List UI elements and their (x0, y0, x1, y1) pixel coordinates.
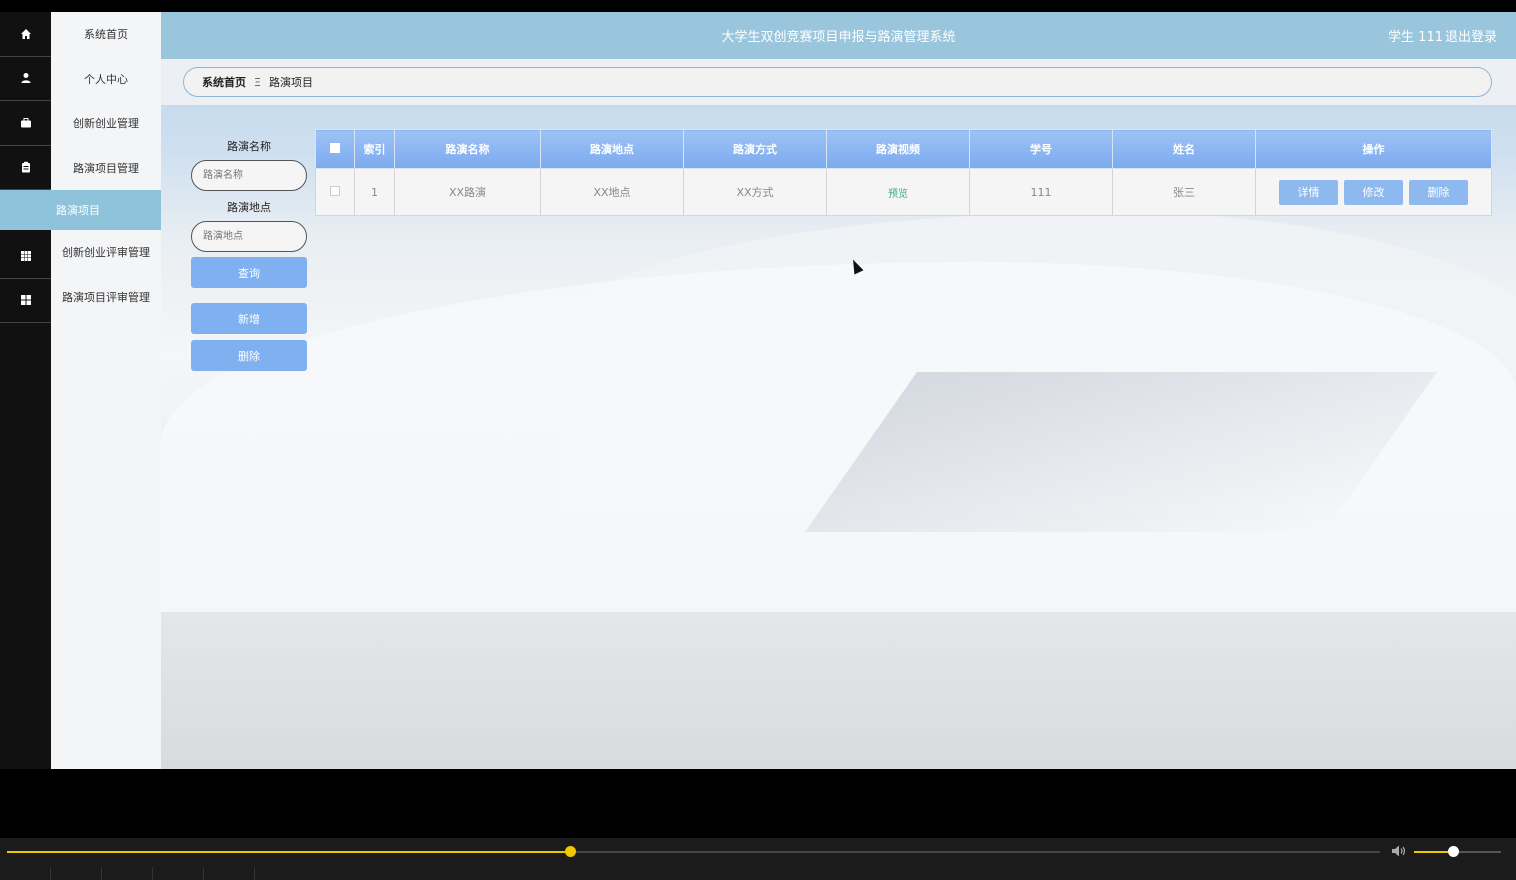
current-user: 学生 111 (1388, 30, 1443, 45)
name-search-input[interactable] (191, 160, 307, 191)
add-button[interactable]: 新增 (191, 303, 307, 334)
strip-cell (102, 867, 153, 880)
select-all-checkbox[interactable] (330, 142, 340, 153)
cell-name: XX路演 (394, 168, 541, 216)
progress-track[interactable] (7, 846, 1380, 857)
sidebar-menu: 系统首页 个人中心 创新创业管理 路演项目管理 创新创业评审管理 路演项目评审管… (0, 12, 161, 769)
video-preview-link[interactable]: 预览 (888, 189, 908, 200)
app-title: 大学生双创竞赛项目申报与路演管理系统 (721, 30, 956, 45)
strip-cell (0, 867, 51, 880)
column-header-student-id: 学号 (969, 129, 1113, 169)
column-header-index: 索引 (354, 129, 395, 169)
delete-button[interactable]: 删除 (1409, 179, 1468, 205)
strip-cell (51, 867, 102, 880)
query-button[interactable]: 查询 (191, 257, 307, 288)
icon-bar (0, 12, 51, 769)
column-header-method: 路演方式 (683, 129, 827, 169)
progress-fill (7, 851, 570, 853)
sidebar-item-profile[interactable]: 个人中心 (51, 57, 161, 102)
detail-button[interactable]: 详情 (1279, 179, 1338, 205)
main-content: 大学生双创竞赛项目申报与路演管理系统 学生 111 退出登录 系统首页 Ξ 路演… (161, 12, 1516, 769)
volume-handle[interactable] (1448, 846, 1460, 857)
column-header-actions: 操作 (1255, 129, 1492, 169)
top-bar: 大学生双创竞赛项目申报与路演管理系统 学生 111 退出登录 (161, 12, 1516, 59)
table-header-row: 索引 路演名称 路演地点 路演方式 路演视频 学号 姓名 操作 (315, 129, 1492, 169)
search-panel: 路演名称 路演地点 查询 新增 删除 (191, 138, 307, 371)
app-frame: 系统首页 个人中心 创新创业管理 路演项目管理 创新创业评审管理 路演项目评审管… (0, 12, 1516, 769)
roadshow-table: 索引 路演名称 路演地点 路演方式 路演视频 学号 姓名 操作 1 XX路演 X… (315, 129, 1492, 216)
sidebar-item-home[interactable]: 系统首页 (51, 12, 161, 57)
breadcrumb-home[interactable]: 系统首页 (202, 74, 246, 90)
sidebar-item-innovation[interactable]: 创新创业管理 (51, 101, 161, 146)
column-header-student-name: 姓名 (1112, 129, 1256, 169)
cell-method: XX方式 (683, 168, 827, 216)
briefcase-icon[interactable] (0, 101, 51, 146)
home-icon[interactable] (0, 12, 51, 57)
table-row: 1 XX路演 XX地点 XX方式 预览 111 张三 详情 修改 删除 (315, 168, 1492, 216)
cell-student-name: 张三 (1112, 168, 1256, 216)
sidebar-item-roadshow-management[interactable]: 路演项目管理 (51, 146, 161, 191)
place-label: 路演地点 (227, 201, 271, 214)
progress-handle[interactable] (564, 846, 576, 857)
sidebar-subitem-roadshow[interactable]: 路演项目 (0, 190, 161, 230)
breadcrumb-bar: 系统首页 Ξ 路演项目 (161, 59, 1516, 105)
row-checkbox[interactable] (330, 185, 340, 196)
strip-cell (204, 867, 255, 880)
sidebar-item-roadshow-review[interactable]: 路演项目评审管理 (51, 275, 161, 320)
column-header-name: 路演名称 (394, 129, 541, 169)
cell-video: 预览 (826, 168, 970, 216)
column-header-place: 路演地点 (540, 129, 684, 169)
breadcrumb: 系统首页 Ξ 路演项目 (183, 67, 1492, 97)
cell-student-id: 111 (969, 168, 1113, 216)
user-icon[interactable] (0, 57, 51, 101)
breadcrumb-current: 路演项目 (268, 76, 313, 89)
clipboard-icon[interactable] (0, 146, 51, 190)
cell-actions: 详情 修改 删除 (1255, 168, 1492, 216)
edit-button[interactable]: 修改 (1344, 179, 1403, 205)
batch-delete-button[interactable]: 删除 (191, 340, 307, 371)
row-select-cell (315, 168, 355, 216)
sidebar-item-innovation-review[interactable]: 创新创业评审管理 (51, 230, 161, 275)
cell-place: XX地点 (540, 168, 684, 216)
cell-index: 1 (354, 168, 395, 216)
place-search-input[interactable] (191, 221, 307, 252)
logout-link[interactable]: 退出登录 (1445, 26, 1497, 45)
select-all-cell (315, 129, 355, 169)
video-player-controls (0, 838, 1516, 880)
bottom-strip (0, 867, 1516, 880)
volume-icon[interactable] (1391, 844, 1407, 858)
strip-cell (153, 867, 204, 880)
grid-icon[interactable] (0, 234, 51, 279)
background-ground (161, 612, 1516, 769)
name-label: 路演名称 (227, 140, 271, 153)
volume-track[interactable] (1414, 846, 1501, 857)
column-header-video: 路演视频 (826, 129, 970, 169)
apps-icon[interactable] (0, 279, 51, 323)
breadcrumb-separator: Ξ (254, 75, 261, 89)
